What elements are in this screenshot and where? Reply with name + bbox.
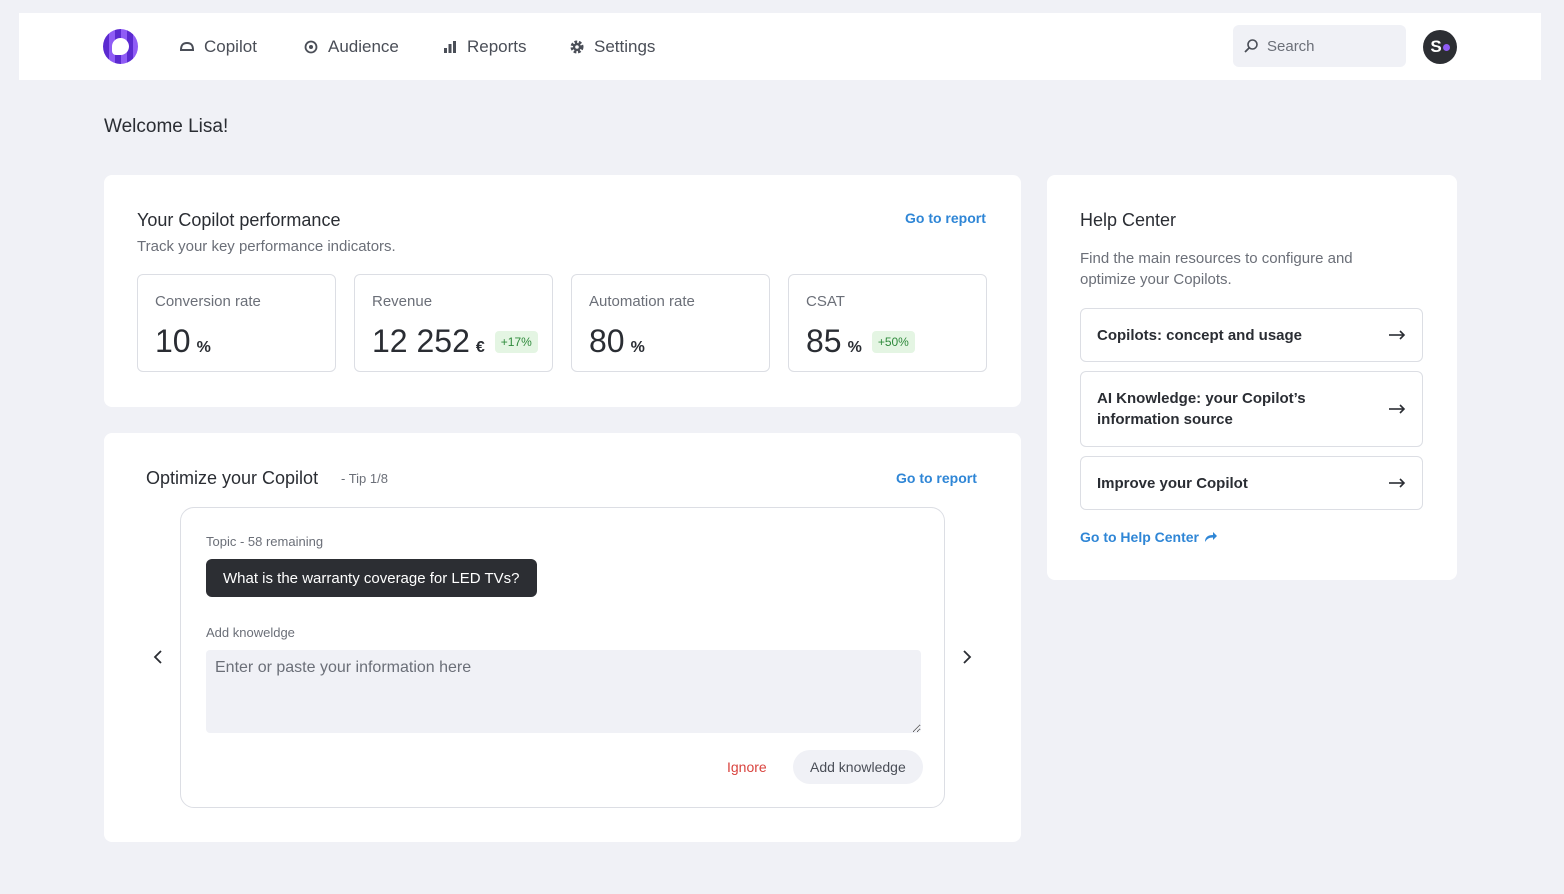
kpi-label: Conversion rate — [155, 293, 261, 310]
nav-label: Reports — [467, 36, 527, 56]
kpi-csat: CSAT 85 % +50% — [788, 274, 987, 372]
chevron-right-icon — [963, 650, 972, 664]
user-avatar[interactable]: S — [1423, 30, 1457, 64]
nav-label: Copilot — [204, 36, 257, 56]
help-item-label: Copilots: concept and usage — [1097, 326, 1303, 344]
help-item-copilots-concept[interactable]: Copilots: concept and usage — [1080, 308, 1423, 362]
share-arrow-icon — [1205, 532, 1218, 542]
kpi-value: 10 % — [155, 323, 211, 360]
welcome-heading: Welcome Lisa! — [104, 116, 229, 137]
next-tip-button[interactable] — [955, 646, 977, 668]
target-icon — [304, 40, 318, 53]
avatar-initial: S — [1430, 37, 1442, 56]
previous-tip-button[interactable] — [148, 646, 170, 668]
brand-logo[interactable] — [103, 29, 138, 64]
add-knowledge-button[interactable]: Add knowledge — [793, 750, 923, 784]
help-title: Help Center — [1080, 210, 1177, 230]
avatar-dot — [1442, 43, 1450, 51]
nav-item-audience[interactable]: Audience — [303, 13, 399, 80]
copilot-icon — [179, 41, 195, 51]
help-item-ai-knowledge[interactable]: AI Knowledge: your Copilot’s information… — [1080, 371, 1423, 447]
kpi-label: Revenue — [372, 293, 433, 310]
kpi-value: 12 252 € +17% — [372, 323, 538, 360]
kpi-unit: % — [847, 339, 862, 356]
add-knowledge-label: Add knoweldge — [206, 625, 295, 640]
kpi-unit: % — [196, 339, 211, 356]
tip-panel: Topic - 58 remaining What is the warrant… — [180, 507, 945, 808]
kpi-number: 85 — [806, 323, 842, 359]
kpi-label: Automation rate — [589, 293, 695, 310]
bar-chart-icon — [444, 40, 456, 53]
arrow-right-icon — [1389, 404, 1406, 414]
kpi-label: CSAT — [806, 293, 845, 310]
search-box[interactable] — [1233, 25, 1406, 67]
chevron-left-icon — [153, 650, 162, 664]
optimize-card: Optimize your Copilot - Tip 1/8 Go to re… — [104, 433, 1021, 842]
kpi-revenue: Revenue 12 252 € +17% — [354, 274, 553, 372]
top-navigation-bar: Copilot Audience Reports Settings S — [19, 13, 1541, 80]
help-item-label: AI Knowledge: your Copilot’s information… — [1097, 390, 1306, 428]
kpi-unit: % — [630, 339, 645, 356]
help-center-link-label: Go to Help Center — [1080, 529, 1200, 545]
optimize-go-to-report-link[interactable]: Go to report — [896, 470, 977, 486]
kpi-number: 12 252 — [372, 323, 470, 359]
performance-title: Your Copilot performance — [137, 210, 341, 230]
knowledge-textarea[interactable] — [206, 650, 921, 733]
topic-question: What is the warranty coverage for LED TV… — [206, 559, 537, 597]
nav-label: Settings — [594, 36, 656, 56]
tip-counter: - Tip 1/8 — [341, 471, 388, 486]
search-input[interactable] — [1267, 37, 1397, 55]
arrow-right-icon — [1389, 330, 1406, 340]
nav-item-copilot[interactable]: Copilot — [179, 13, 257, 80]
performance-card: Your Copilot performance Track your key … — [104, 175, 1021, 407]
performance-subtitle: Track your key performance indicators. — [137, 238, 396, 255]
topic-label: Topic - 58 remaining — [206, 534, 324, 549]
kpi-number: 10 — [155, 323, 191, 359]
help-center-card: Help Center Find the main resources to c… — [1047, 175, 1457, 580]
ignore-button[interactable]: Ignore — [727, 759, 767, 775]
kpi-unit: € — [475, 339, 485, 356]
performance-go-to-report-link[interactable]: Go to report — [905, 210, 986, 226]
help-item-label: Improve your Copilot — [1097, 474, 1248, 492]
help-item-improve-copilot[interactable]: Improve your Copilot — [1080, 456, 1423, 510]
search-icon — [1244, 39, 1258, 53]
nav-item-settings[interactable]: Settings — [569, 13, 655, 80]
kpi-number: 80 — [589, 323, 625, 359]
nav-label: Audience — [328, 36, 399, 56]
optimize-title: Optimize your Copilot — [146, 468, 319, 488]
kpi-value: 85 % +50% — [806, 323, 915, 360]
kpi-trend-badge: +50% — [871, 331, 915, 353]
kpi-trend-badge: +17% — [494, 331, 538, 353]
arrow-right-icon — [1389, 478, 1406, 488]
kpi-automation-rate: Automation rate 80 % — [571, 274, 770, 372]
go-to-help-center-link[interactable]: Go to Help Center — [1080, 529, 1218, 545]
kpi-value: 80 % — [589, 323, 645, 360]
gear-icon — [570, 40, 584, 53]
help-subtitle: Find the main resources to configure and… — [1080, 250, 1353, 288]
kpi-conversion-rate: Conversion rate 10 % — [137, 274, 336, 372]
nav-item-reports[interactable]: Reports — [442, 13, 527, 80]
